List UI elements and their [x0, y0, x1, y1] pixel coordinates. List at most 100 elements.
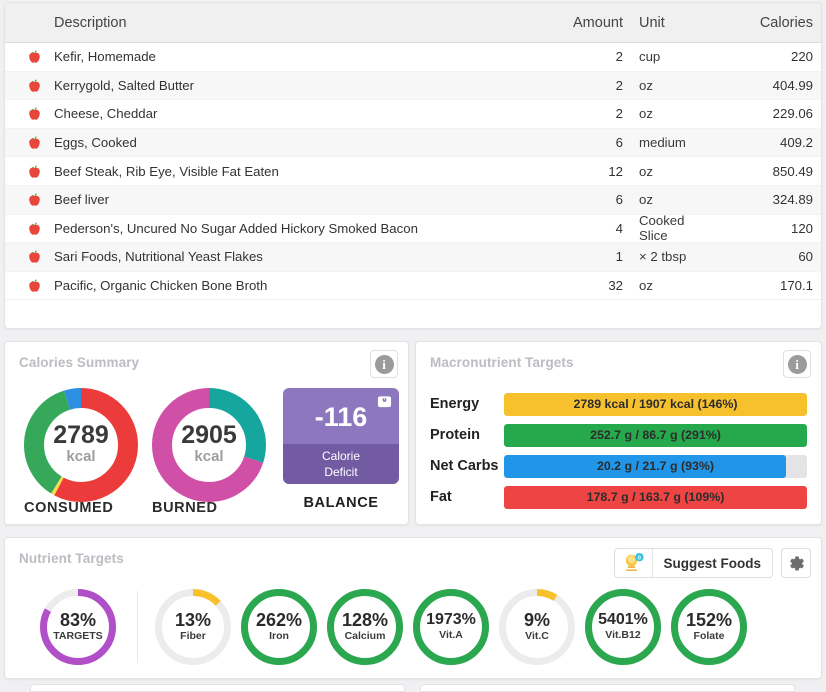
food-unit: Cooked Slice: [639, 213, 685, 244]
food-calories: 120: [790, 220, 813, 236]
food-icon-cell: [5, 221, 54, 236]
nutrient-circles-strip: 83% TARGETS 13% Fiber 262% Iron 128% Calcium 197…: [5, 582, 821, 672]
food-calories: 60: [798, 249, 813, 265]
food-unit: oz: [639, 278, 653, 294]
consumed-donut-center: 2789 kcal: [24, 388, 138, 502]
food-calories: 170.1: [779, 278, 813, 294]
table-row[interactable]: Pacific, Organic Chicken Bone Broth 32 oz 1…: [5, 272, 821, 301]
table-row[interactable]: Eggs, Cooked 6 medium 409.2: [5, 128, 821, 158]
progress-ring: [241, 589, 317, 665]
nutrient-targets-panel: Nutrient Targets 0 Suggest Foods 83% TARG…: [4, 537, 822, 679]
food-unit: oz: [639, 106, 653, 122]
food-calories: 220: [790, 49, 813, 65]
food-description: Pederson's, Uncured No Sugar Added Hicko…: [54, 220, 418, 236]
food-calories: 404.99: [772, 77, 813, 93]
nutrient-target-vit-a[interactable]: 1973% Vit.A: [410, 589, 492, 665]
table-row[interactable]: Kerrygold, Salted Butter 2 oz 404.99: [5, 71, 821, 101]
progress-ring-fill: [327, 589, 403, 665]
burned-donut-center: 2905 kcal: [152, 388, 266, 502]
table-row[interactable]: Sari Foods, Nutritional Yeast Flakes 1 × 2…: [5, 243, 821, 272]
table-row[interactable]: Beef liver 6 oz 324.89: [5, 185, 821, 215]
progress-ring: [499, 589, 575, 665]
suggest-foods-button[interactable]: 0 Suggest Foods: [613, 548, 773, 578]
food-unit: cup: [639, 49, 661, 65]
apple-icon: [29, 250, 40, 264]
progress-ring: [671, 589, 747, 665]
bottom-card-left-peek: [30, 684, 405, 692]
food-unit: × 2 tbsp: [639, 249, 687, 265]
gear-icon: [789, 555, 804, 571]
table-row[interactable]: Pederson's, Uncured No Sugar Added Hicko…: [5, 213, 821, 244]
apple-icon: [29, 193, 40, 206]
food-unit: medium: [639, 135, 686, 151]
macro-row: Energy 2789 kcal / 1907 kcal (146%): [430, 392, 807, 416]
macronutrient-targets-panel: Macronutrient Targets i Energy 2789 kcal …: [415, 341, 822, 525]
panel-title-calories-summary: Calories Summary: [19, 355, 140, 370]
column-header-calories[interactable]: Calories: [705, 15, 821, 31]
nutrient-target-targets[interactable]: 83% TARGETS: [37, 589, 119, 665]
food-amount: 12: [608, 163, 623, 179]
food-description: Kerrygold, Salted Butter: [54, 77, 195, 93]
food-description: Sari Foods, Nutritional Yeast Flakes: [54, 249, 263, 265]
table-row[interactable]: Beef Steak, Rib Eye, Visible Fat Eaten 12…: [5, 157, 821, 186]
progress-ring: [585, 589, 661, 665]
column-header-unit[interactable]: Unit: [623, 15, 705, 31]
balance-card[interactable]: -116 Calorie Deficit: [283, 388, 399, 484]
balance-status-line1: Calorie: [321, 448, 360, 463]
consumed-caption: CONSUMED: [24, 500, 114, 516]
calories-summary-info-button[interactable]: i: [370, 350, 398, 378]
apple-icon: [29, 279, 40, 292]
food-calories: 324.89: [772, 192, 813, 208]
suggest-foods-label: Suggest Foods: [663, 555, 762, 571]
food-description: Beef Steak, Rib Eye, Visible Fat Eaten: [54, 163, 279, 179]
burned-caption: BURNED: [152, 500, 218, 516]
macro-label: Fat: [430, 489, 452, 505]
food-calories: 850.49: [772, 163, 813, 179]
balance-card-top: -116: [283, 388, 399, 444]
apple-icon: [29, 164, 40, 178]
food-amount: 1: [615, 249, 623, 265]
food-icon-cell: [5, 78, 54, 93]
food-amount: 2: [615, 106, 623, 122]
food-description: Eggs, Cooked: [54, 135, 137, 151]
progress-ring: [327, 589, 403, 665]
food-icon-cell: [5, 249, 54, 264]
food-amount: 6: [615, 135, 623, 151]
food-rows-container: Kefir, Homemade 2 cup 220 Kerrygold, Salted …: [5, 43, 821, 301]
table-row[interactable]: Cheese, Cheddar 2 oz 229.06: [5, 100, 821, 129]
column-header-amount[interactable]: Amount: [535, 15, 623, 31]
progress-ring-fill: [585, 589, 661, 665]
food-amount: 4: [615, 220, 623, 236]
nutrient-target-folate[interactable]: 152% Folate: [668, 589, 750, 665]
panel-title-macronutrient-targets: Macronutrient Targets: [430, 355, 574, 370]
food-icon-cell: [5, 192, 54, 207]
column-header-description[interactable]: Description: [5, 15, 535, 31]
food-amount: 32: [608, 278, 623, 294]
macro-label: Net Carbs: [430, 458, 499, 474]
table-row[interactable]: Kefir, Homemade 2 cup 220: [5, 43, 821, 72]
info-icon: i: [787, 354, 807, 374]
nutrient-target-iron[interactable]: 262% Iron: [238, 589, 320, 665]
progress-ring: [413, 589, 489, 665]
food-icon-cell: [5, 49, 54, 64]
macro-label: Energy: [430, 396, 480, 412]
nutrient-settings-button[interactable]: [781, 548, 811, 578]
macronutrient-targets-info-button[interactable]: i: [783, 350, 811, 378]
info-icon: i: [374, 354, 394, 374]
progress-ring: [40, 589, 116, 665]
nutrient-target-vit-b12[interactable]: 5401% Vit.B12: [582, 589, 664, 665]
progress-ring-fill: [413, 589, 489, 665]
macro-progress-text: 252.7 g / 86.7 g (291%): [590, 428, 721, 442]
progress-ring-fill: [671, 589, 747, 665]
nutrient-target-vit-c[interactable]: 9% Vit.C: [496, 589, 578, 665]
nutrient-target-fiber[interactable]: 13% Fiber: [152, 589, 234, 665]
consumed-unit: kcal: [66, 448, 96, 466]
apple-icon: [29, 136, 40, 149]
macro-progress-text: 20.2 g / 21.7 g (93%): [596, 459, 715, 473]
food-calories: 409.2: [779, 135, 813, 151]
food-log-table-card: Description Amount Unit Calories Kefir, …: [4, 2, 822, 329]
nutrient-target-calcium[interactable]: 128% Calcium: [324, 589, 406, 665]
consumed-donut-chart: 2789 kcal: [24, 388, 138, 502]
apple-icon: [29, 50, 40, 63]
balance-status-line2: Deficit: [324, 465, 358, 479]
